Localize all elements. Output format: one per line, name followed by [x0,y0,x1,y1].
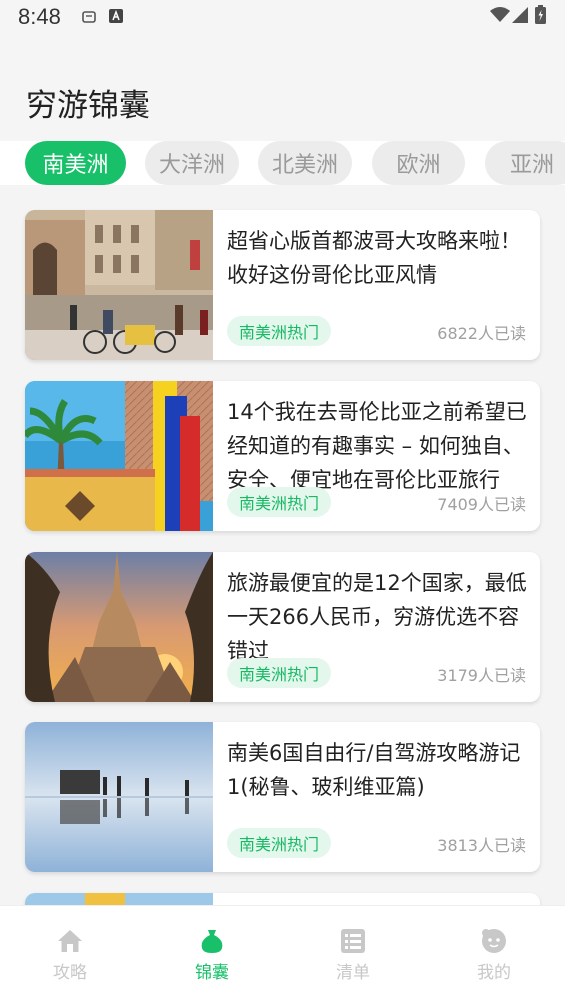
article-thumbnail [25,210,213,360]
article-tag: 南美洲热门 [227,316,332,346]
cellular-signal-icon [512,7,528,23]
article-tag: 南美洲热门 [227,487,332,517]
tab-asia[interactable]: 亚洲 [485,141,565,185]
article-list: 超省心版首都波哥大攻略来啦！收好这份哥伦比亚风情 南美洲热门 6822人已读 1… [0,185,565,905]
tab-oceania[interactable]: 大洋洲 [145,141,239,185]
bottom-navigation: 攻略 锦囊 清单 我的 [0,905,565,1004]
nav-label: 锦囊 [195,963,229,983]
bag-icon [201,930,223,953]
tab-europe[interactable]: 欧洲 [372,141,465,185]
read-count: 3813人已读 [437,836,526,855]
page-title: 穷游锦囊 [26,88,150,124]
article-title: 超省心版首都波哥大攻略来啦！收好这份哥伦比亚风情 [227,229,521,287]
article-tag: 南美洲热门 [227,828,332,858]
read-count: 7409人已读 [437,495,526,514]
article-thumbnail [25,381,213,531]
article-card[interactable] [25,893,540,905]
home-icon [58,930,82,952]
article-card[interactable]: 南美6国自由行/自驾游攻略游记1(秘鲁、玻利维亚篇) 南美洲热门 3813人已读 [25,722,540,872]
wifi-icon [490,7,510,22]
nav-label: 我的 [477,963,511,983]
nav-tips[interactable]: 锦囊 [162,928,262,988]
article-title: 旅游最便宜的是12个国家，最低一天266人民币，穷游优选不容错过 [227,571,527,663]
article-card[interactable]: 旅游最便宜的是12个国家，最低一天266人民币，穷游优选不容错过 南美洲热门 3… [25,552,540,702]
page-header: 穷游锦囊 [0,38,565,141]
article-card[interactable]: 14个我在去哥伦比亚之前希望已经知道的有趣事实 – 如何独自、安全、便宜地在哥伦… [25,381,540,531]
nav-checklist[interactable]: 清单 [303,928,403,988]
category-tabs: 南美洲 大洋洲 北美洲 欧洲 亚洲 [0,141,565,185]
article-title: 南美6国自由行/自驾游攻略游记1(秘鲁、玻利维亚篇) [227,741,521,799]
app-notification-icon [109,9,123,23]
nav-label: 攻略 [53,963,87,983]
face-icon [482,929,506,953]
battery-icon [535,5,546,24]
list-icon [341,929,365,953]
notification-icon [82,11,96,23]
read-count: 6822人已读 [437,324,526,343]
nav-profile[interactable]: 我的 [444,928,544,988]
article-card[interactable]: 超省心版首都波哥大攻略来啦！收好这份哥伦比亚风情 南美洲热门 6822人已读 [25,210,540,360]
status-time: 8:48 [18,4,61,29]
tab-north-america[interactable]: 北美洲 [258,141,352,185]
read-count: 3179人已读 [437,666,526,685]
tab-south-america[interactable]: 南美洲 [25,141,126,185]
nav-label: 清单 [336,963,370,983]
status-bar: 8:48 [0,0,565,38]
article-thumbnail [25,893,213,905]
article-thumbnail [25,552,213,702]
nav-guides[interactable]: 攻略 [20,928,120,988]
article-tag: 南美洲热门 [227,658,332,688]
article-title: 14个我在去哥伦比亚之前希望已经知道的有趣事实 – 如何独自、安全、便宜地在哥伦… [227,400,527,492]
article-thumbnail [25,722,213,872]
